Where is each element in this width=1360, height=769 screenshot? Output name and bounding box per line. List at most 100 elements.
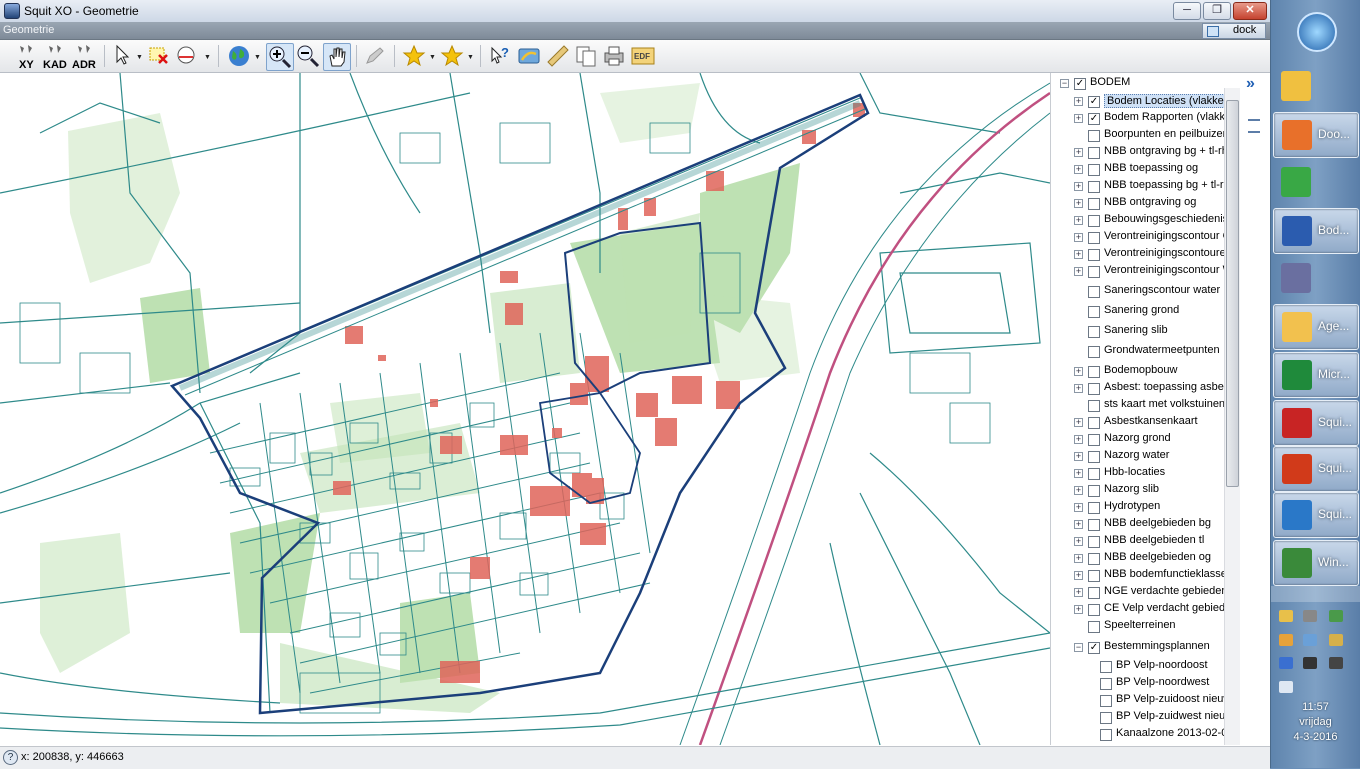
locate-kad-button[interactable]: KAD [42,43,70,71]
taskbar-item[interactable]: Age... [1273,304,1359,350]
add-favorite-button[interactable] [439,43,465,69]
dock-button[interactable]: dock [1202,23,1266,39]
help-icon[interactable]: ? [3,750,18,765]
grid-icon[interactable] [1329,610,1343,622]
chevron-down-icon[interactable]: ▼ [429,54,436,61]
expand-icon[interactable]: + [1074,384,1083,393]
zoom-out-button[interactable] [295,43,321,69]
expand-icon[interactable]: + [1074,114,1083,123]
network-icon[interactable] [1303,634,1317,646]
expand-icon[interactable]: + [1074,588,1083,597]
layer-checkbox[interactable] [1100,729,1112,741]
layer-checkbox[interactable] [1088,130,1100,142]
expand-icon[interactable]: + [1074,486,1083,495]
layer-checkbox[interactable] [1088,553,1100,565]
layer-checkbox[interactable] [1088,587,1100,599]
layer-row[interactable]: + NBB deelgebieden bg [1052,517,1240,533]
layer-checkbox[interactable] [1088,164,1100,176]
layer-scrollbar-thumb[interactable] [1226,100,1239,487]
expand-icon[interactable]: + [1074,97,1083,106]
expand-icon[interactable]: + [1074,537,1083,546]
expand-icon[interactable]: + [1074,267,1083,276]
expand-icon[interactable]: + [1074,182,1083,191]
layer-checkbox[interactable] [1088,215,1100,227]
chevron-down-icon[interactable]: ▼ [136,54,143,61]
layer-row[interactable]: + NBB ontgraving og [1052,196,1240,212]
layer-row[interactable]: + NBB ontgraving bg + tl-rh [1052,145,1240,161]
layer-row[interactable]: + NBB bodemfunctieklassen [1052,568,1240,584]
layer-checkbox[interactable] [1088,536,1100,548]
layer-checkbox[interactable] [1088,181,1100,193]
expand-icon[interactable]: + [1074,418,1083,427]
layer-row[interactable]: + NBB deelgebieden og [1052,551,1240,567]
chevron-down-icon[interactable]: ▼ [254,54,261,61]
layer-row[interactable]: − ✓ Bestemmingsplannen [1052,640,1240,656]
sync-icon[interactable] [1279,634,1293,646]
layer-row[interactable]: − ✓ BODEM [1052,76,1240,92]
layer-checkbox[interactable] [1088,485,1100,497]
favorites-button[interactable] [401,43,427,69]
layer-row[interactable]: + Hbb-locaties [1052,466,1240,482]
layer-checkbox[interactable] [1088,604,1100,616]
layer-row[interactable]: + ✓ Bodem Rapporten (vlakken) [1052,111,1240,127]
layer-checkbox[interactable] [1088,400,1100,412]
expand-icon[interactable]: + [1074,605,1083,614]
layer-row[interactable]: + Hydrotypen [1052,500,1240,516]
expand-icon[interactable]: + [1074,520,1083,529]
expand-icon[interactable]: + [1074,469,1083,478]
layer-row[interactable]: BP Velp-noordwest [1052,676,1240,692]
locate-adr-button[interactable]: ADR [71,43,99,71]
layer-row[interactable]: + Nazorg water [1052,449,1240,465]
layer-row[interactable]: BP Velp-zuidoost nieuw [1052,693,1240,709]
layer-checkbox[interactable] [1088,434,1100,446]
layer-row[interactable]: sts kaart met volkstuinen [1052,398,1240,414]
layer-row[interactable]: + NBB toepassing bg + tl-rh [1052,179,1240,195]
layer-checkbox[interactable] [1088,249,1100,261]
layer-checkbox[interactable] [1088,266,1100,278]
layer-row[interactable]: BP Velp-noordoost [1052,659,1240,675]
shield-icon[interactable] [1279,657,1293,669]
mail-icon[interactable] [1279,610,1293,622]
layer-checkbox[interactable]: ✓ [1088,113,1100,125]
audio-icon[interactable] [1303,657,1317,669]
layer-row[interactable]: + Nazorg slib [1052,483,1240,499]
layer-row[interactable]: Sanering slib [1052,324,1240,340]
clear-selection-button[interactable] [147,43,171,69]
expand-icon[interactable]: + [1074,233,1083,242]
layer-row[interactable]: + Asbest: toepassing asbest [1052,381,1240,397]
taskbar-item[interactable] [1273,256,1357,300]
copy-button[interactable] [573,43,599,69]
layer-checkbox[interactable] [1088,306,1100,318]
layer-row[interactable]: + Verontreinigingscontoure [1052,247,1240,263]
layer-row[interactable]: + NGE verdachte gebieden [1052,585,1240,601]
restore-button[interactable]: ❐ [1203,2,1231,20]
device-icon[interactable] [1329,657,1343,669]
taskbar-item[interactable] [1273,160,1357,204]
layer-row[interactable]: Kanaalzone 2013-02-0 [1052,727,1240,743]
expand-icon[interactable]: + [1074,216,1083,225]
minimize-button[interactable]: ─ [1173,2,1201,20]
layer-row[interactable]: Boorpunten en peilbuizen [1052,128,1240,144]
system-clock[interactable]: 11:57 vrijdag 4-3-2016 [1271,700,1360,745]
export-edf-button[interactable]: EDF [630,43,656,69]
expand-icon[interactable]: + [1074,571,1083,580]
print-button[interactable] [601,43,627,69]
layer-checkbox[interactable] [1100,695,1112,707]
layer-checkbox[interactable] [1088,326,1100,338]
vm-icon[interactable] [1303,610,1317,622]
route-button[interactable] [516,43,542,69]
taskbar-item[interactable]: Squi... [1273,492,1359,538]
taskbar-item[interactable]: Bod... [1273,208,1359,254]
layer-checkbox[interactable] [1088,468,1100,480]
layer-checkbox[interactable] [1088,147,1100,159]
layer-row[interactable]: Saneringscontour water [1052,284,1240,300]
layer-checkbox[interactable] [1088,519,1100,531]
globe-button[interactable] [226,43,252,69]
layer-checkbox[interactable] [1088,417,1100,429]
chevron-down-icon[interactable]: ▼ [467,54,474,61]
list-view-icon[interactable] [1248,119,1260,133]
expand-icon[interactable]: + [1074,503,1083,512]
layer-row[interactable]: + Verontreinigingscontour G [1052,230,1240,246]
expand-icon[interactable]: + [1074,250,1083,259]
select-button[interactable] [112,43,134,69]
